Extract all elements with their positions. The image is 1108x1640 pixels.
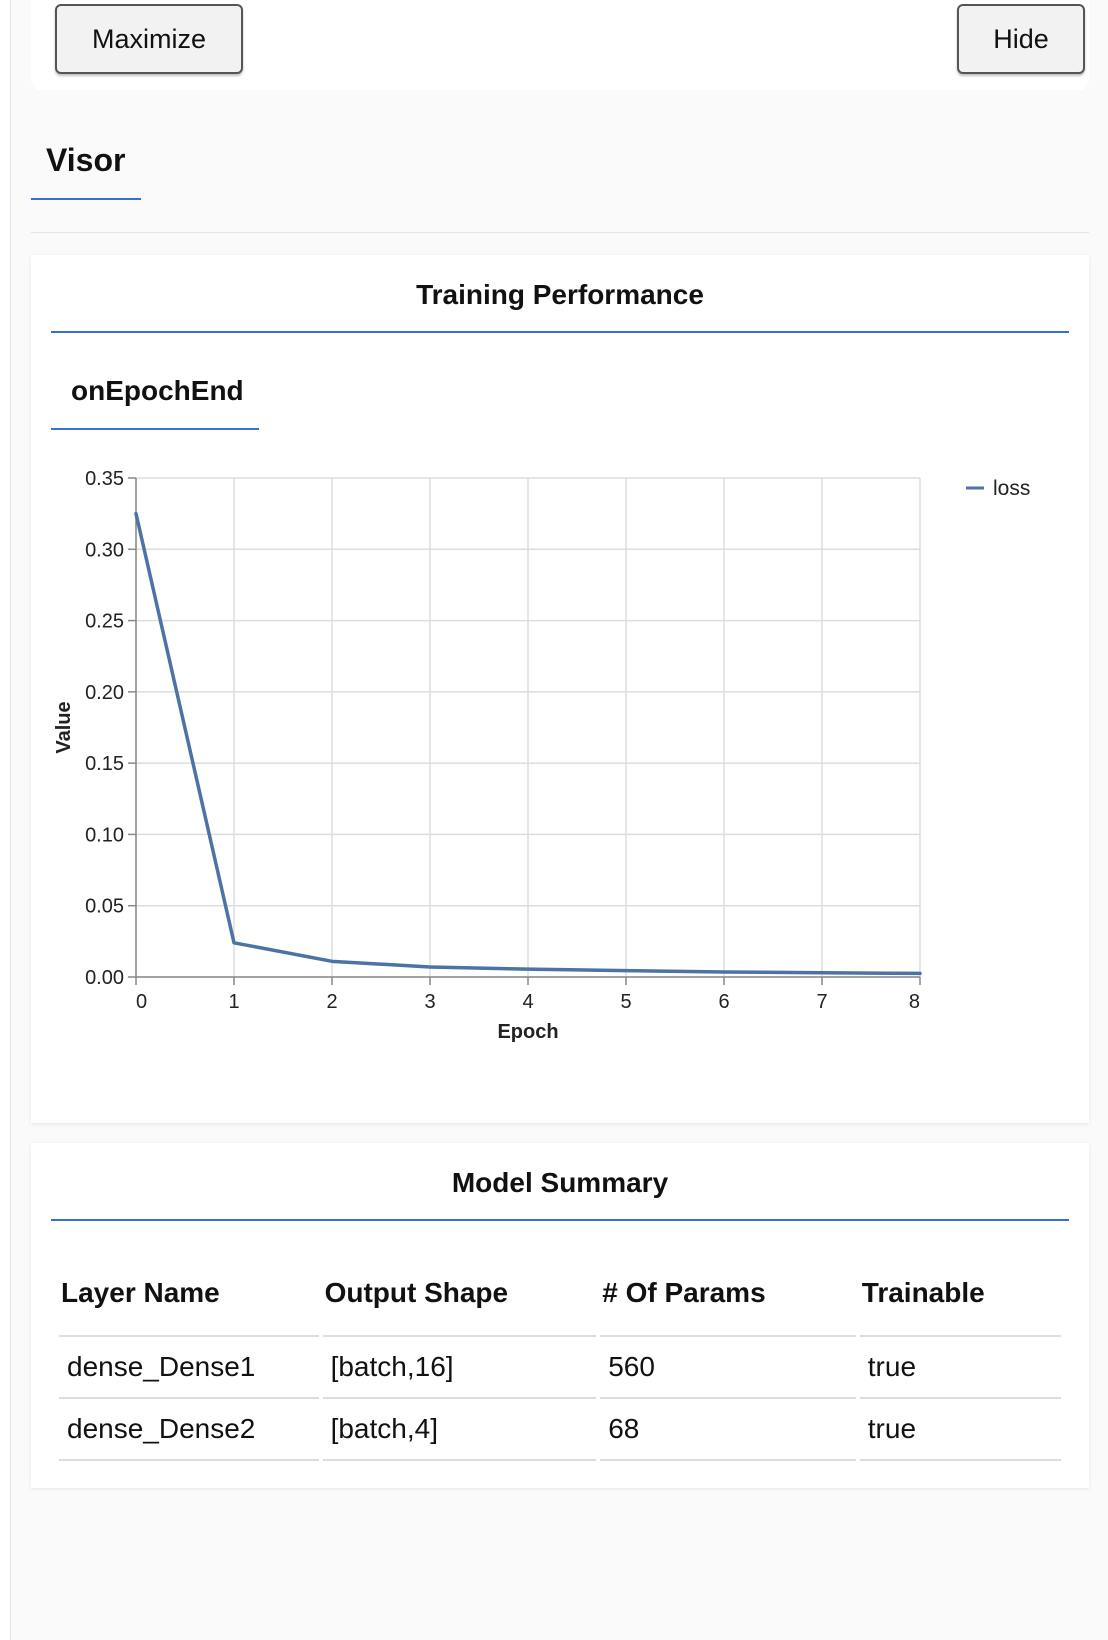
table-row: dense_Dense1 [batch,16] 560 true (59, 1337, 1061, 1399)
chart-axes: 0.00 0.05 0.10 0.15 0.20 0.25 0.30 0.35 0 1 2 3 4 5 6 7… (53, 468, 921, 1043)
visor-controls: Maximize Hide (31, 0, 1089, 90)
x-tick-label: 1 (228, 991, 239, 1013)
cell-trainable: true (859, 1337, 1061, 1399)
x-tick-label: 7 (816, 991, 827, 1013)
column-header-trainable: Trainable (859, 1251, 1061, 1337)
chart-legend: loss (966, 477, 1030, 500)
x-tick-label: 4 (522, 991, 533, 1013)
y-tick-label: 0.25 (85, 611, 124, 633)
x-tick-label: 3 (424, 991, 435, 1013)
x-tick-label: 2 (326, 991, 337, 1013)
loss-chart: 0.00 0.05 0.10 0.15 0.20 0.25 0.30 0.35 0 1 2 3 4 5 6 7… (53, 468, 1030, 1043)
column-header-params: # Of Params (600, 1251, 856, 1337)
cell-params: 560 (600, 1337, 856, 1399)
maximize-button[interactable]: Maximize (55, 4, 243, 74)
y-tick-label: 0.30 (85, 539, 124, 561)
y-tick-label: 0.35 (85, 468, 124, 490)
cell-output-shape: [batch,4] (322, 1399, 597, 1461)
cell-output-shape: [batch,16] (322, 1337, 597, 1399)
hide-button[interactable]: Hide (957, 4, 1085, 74)
model-summary-card: Model Summary Layer Name Output Shape # … (31, 1143, 1089, 1488)
x-tick-label: 8 (909, 991, 920, 1013)
x-axis-title: Epoch (497, 1021, 558, 1043)
cell-layer-name: dense_Dense2 (59, 1399, 319, 1461)
table-header-row: Layer Name Output Shape # Of Params Trai… (59, 1251, 1061, 1337)
training-performance-card: Training Performance onEpochEnd 0.00 0.05… (31, 255, 1089, 1123)
cell-layer-name: dense_Dense1 (59, 1337, 319, 1399)
model-summary-table: Layer Name Output Shape # Of Params Trai… (55, 1251, 1065, 1461)
y-tick-label: 0.00 (85, 967, 124, 989)
tab-divider (31, 232, 1089, 233)
x-tick-label: 5 (620, 991, 631, 1013)
y-tick-label: 0.10 (85, 824, 124, 846)
y-tick-label: 0.05 (85, 896, 124, 918)
visor-panel: Maximize Hide Visor Training Performance… (10, 0, 1108, 1640)
cell-params: 68 (600, 1399, 856, 1461)
chart-grid (135, 477, 921, 978)
model-summary-title: Model Summary (51, 1143, 1069, 1221)
column-header-layer-name: Layer Name (59, 1251, 319, 1337)
legend-label: loss (993, 477, 1030, 500)
tab-visor-label: Visor (46, 142, 126, 178)
tab-visor[interactable]: Visor (31, 130, 141, 200)
table-row: dense_Dense2 [batch,4] 68 true (59, 1399, 1061, 1461)
x-tick-label: 0 (136, 991, 147, 1013)
x-tick-label: 6 (718, 991, 729, 1013)
y-tick-label: 0.15 (85, 753, 124, 775)
y-axis-title: Value (53, 701, 75, 753)
column-header-output-shape: Output Shape (322, 1251, 597, 1337)
y-tick-label: 0.20 (85, 682, 124, 704)
cell-trainable: true (859, 1399, 1061, 1461)
